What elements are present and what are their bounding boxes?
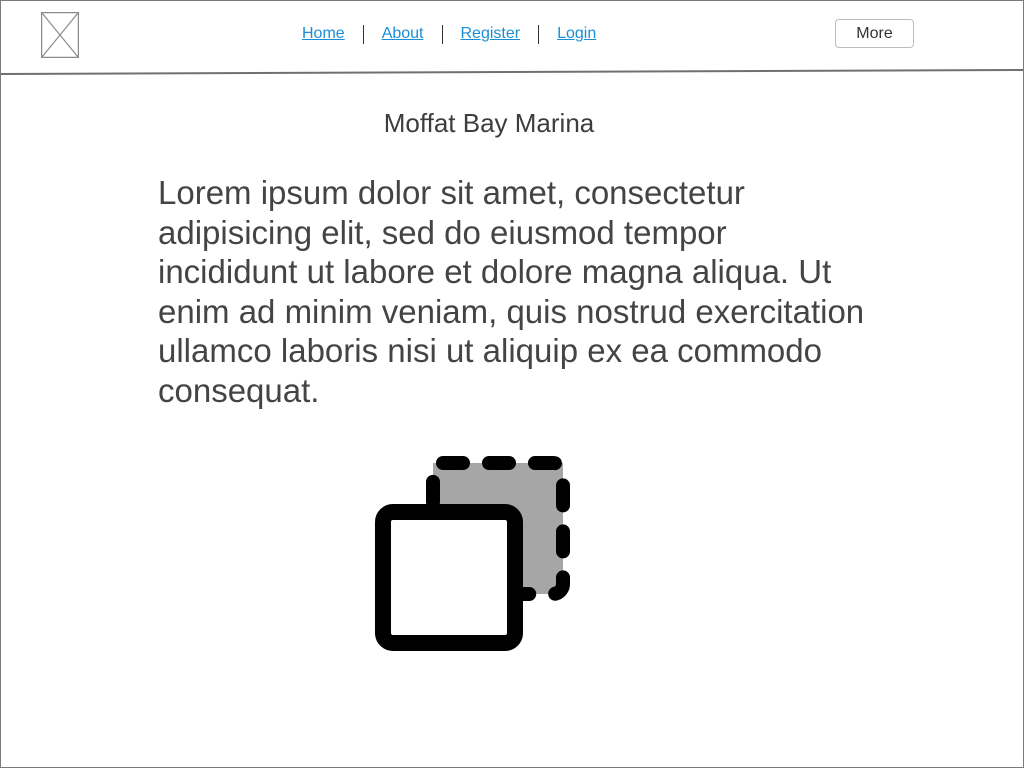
page-title: Moffat Bay Marina [383, 108, 595, 138]
nav-separator [538, 24, 540, 44]
body-paragraph: Lorem ipsum dolor sit amet, consectetur … [158, 174, 865, 409]
more-button[interactable]: More [835, 19, 914, 48]
nav-separator [441, 24, 443, 44]
nav-link-home[interactable]: Home [302, 25, 345, 43]
nav-link-register[interactable]: Register [461, 25, 521, 43]
main-nav: Home About Register Login [302, 23, 596, 45]
copy-duplicate-icon [375, 456, 570, 651]
nav-separator [362, 24, 364, 44]
nav-link-login[interactable]: Login [557, 25, 596, 43]
header: Home About Register Login More [1, 1, 1023, 77]
nav-link-about[interactable]: About [382, 25, 424, 43]
page-frame: Home About Register Login More Moffat Ba… [0, 0, 1024, 768]
image-placeholder-icon[interactable] [41, 12, 79, 58]
